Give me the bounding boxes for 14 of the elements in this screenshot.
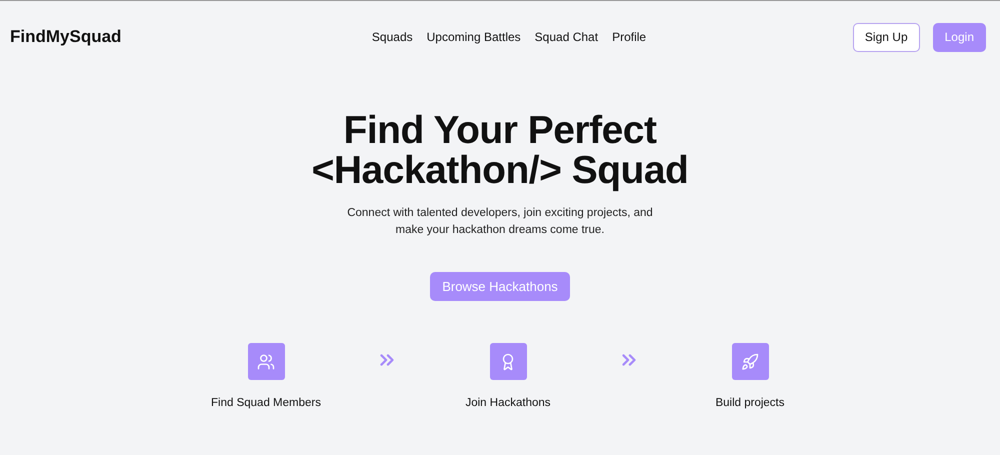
- rocket-icon: [732, 343, 768, 380]
- signup-button[interactable]: Sign Up: [852, 22, 920, 52]
- nav-link[interactable]: Squads: [372, 30, 413, 44]
- step-label: Build projects: [715, 397, 785, 409]
- step-label: Find Squad Members: [211, 397, 321, 409]
- nav-link[interactable]: Squad Chat: [534, 30, 598, 44]
- users-icon: [248, 343, 284, 380]
- nav-link[interactable]: Profile: [612, 30, 646, 44]
- award-icon: [490, 343, 526, 380]
- hero-title: Find Your Perfect <Hackathon/> Squad: [312, 111, 688, 191]
- nav-link[interactable]: Upcoming Battles: [426, 30, 521, 44]
- step-label: Join Hackathons: [465, 397, 551, 409]
- hero-subtitle: Connect with talented developers, join exciting projects, and make your hackathon dreams come true.: [346, 206, 654, 238]
- brand-logo[interactable]: FindMySquad: [10, 27, 280, 47]
